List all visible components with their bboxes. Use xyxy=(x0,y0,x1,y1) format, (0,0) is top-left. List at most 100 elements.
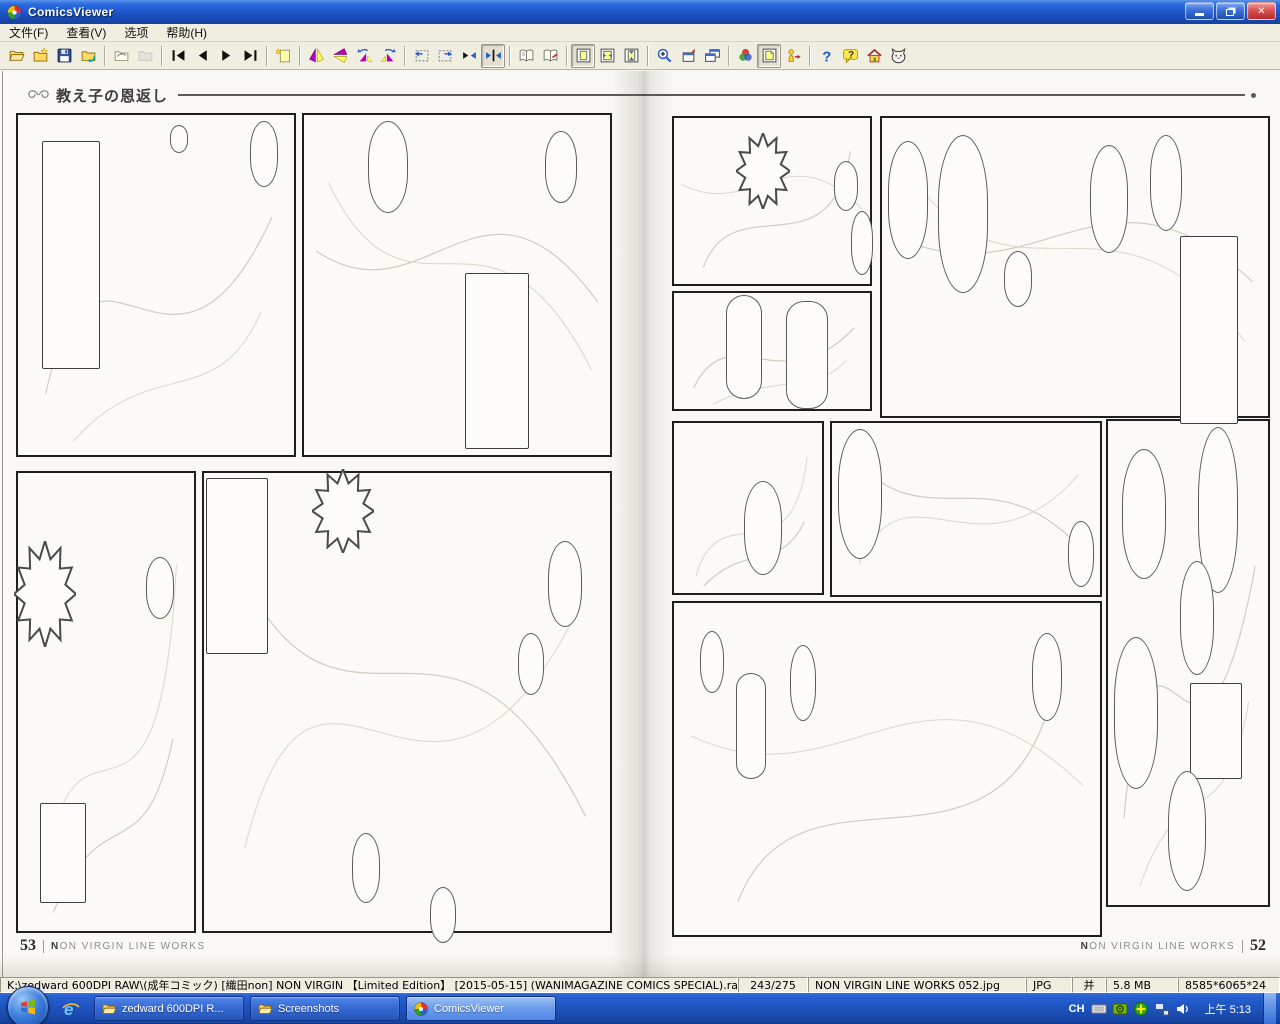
open-file-icon xyxy=(8,47,25,64)
shift-left-icon xyxy=(413,47,430,64)
flip-horizontal-button[interactable] xyxy=(304,44,328,68)
toolbar-separator xyxy=(509,46,510,66)
taskbar-button-3[interactable]: ComicsViewer xyxy=(406,996,556,1021)
toolbar-separator xyxy=(266,46,267,66)
save-icon xyxy=(56,47,73,64)
nvidia-tray-icon xyxy=(1112,1001,1128,1017)
menu-item-1[interactable]: 查看(V) xyxy=(57,23,115,42)
speech-bubble xyxy=(888,141,928,259)
toolbar-separator xyxy=(404,46,405,66)
about-cat-button[interactable] xyxy=(886,44,910,68)
comic-panel-6 xyxy=(672,291,872,411)
book-mode-icon xyxy=(518,47,535,64)
show-desktop-strip[interactable] xyxy=(1263,993,1276,1024)
new-window-button[interactable] xyxy=(271,44,295,68)
book-edit-button[interactable] xyxy=(538,44,562,68)
rotate-left-button[interactable] xyxy=(352,44,376,68)
right-page-footer: NON VIRGIN LINE WORKS 52 xyxy=(1081,937,1266,955)
speech-bubble xyxy=(518,633,544,695)
taskbar-button-1[interactable]: zedward 600DPI R... xyxy=(94,996,244,1021)
speech-bubble xyxy=(548,541,582,627)
book-mode-button[interactable] xyxy=(514,44,538,68)
speech-bubble xyxy=(545,131,577,203)
clock[interactable]: 上午 5:13 xyxy=(1205,1001,1251,1017)
chapter-title: 教え子の恩返し xyxy=(56,85,168,106)
view-original-button[interactable] xyxy=(757,44,781,68)
close-button[interactable]: ✕ xyxy=(1247,2,1276,20)
save-to-folder-button[interactable] xyxy=(76,44,100,68)
comic-viewer-area: 教え子の恩返し 53 NON VIRGIN LINE WORKS NON VIR… xyxy=(0,71,1280,977)
fit-width-icon xyxy=(599,47,616,64)
color-adjust-button[interactable] xyxy=(733,44,757,68)
next-page-button[interactable] xyxy=(214,44,238,68)
toolbar-separator xyxy=(809,46,810,66)
last-page-button[interactable] xyxy=(238,44,262,68)
prev-archive-button[interactable] xyxy=(109,44,133,68)
two-page-mode-icon xyxy=(485,47,502,64)
flip-vertical-button[interactable] xyxy=(328,44,352,68)
open-new-button[interactable] xyxy=(28,44,52,68)
view-original-icon xyxy=(761,47,778,64)
fit-width-button[interactable] xyxy=(595,44,619,68)
antivirus-tray-icon[interactable] xyxy=(1133,1001,1149,1017)
cascade-windows-button[interactable] xyxy=(700,44,724,68)
windows-logo-icon xyxy=(17,996,39,1018)
expand-width-button[interactable] xyxy=(457,44,481,68)
menu-item-3[interactable]: 帮助(H) xyxy=(157,23,216,42)
nvidia-tray-icon[interactable] xyxy=(1112,1001,1128,1017)
taskbar-button-2[interactable]: Screenshots xyxy=(250,996,400,1021)
first-page-button[interactable] xyxy=(166,44,190,68)
rotate-right-button[interactable] xyxy=(376,44,400,68)
text-box xyxy=(206,478,268,654)
open-file-button[interactable] xyxy=(4,44,28,68)
text-box xyxy=(465,273,529,449)
quicklaunch-ie[interactable]: e xyxy=(56,999,86,1019)
left-page-number: 53 xyxy=(20,937,36,955)
slideshow-icon xyxy=(785,47,802,64)
text-box xyxy=(42,141,100,369)
start-button[interactable] xyxy=(7,986,49,1024)
speech-bubble xyxy=(700,631,724,693)
left-page-footer: 53 NON VIRGIN LINE WORKS xyxy=(20,937,205,955)
speech-bubble xyxy=(250,121,278,187)
menubar: 文件(F)查看(V)选项帮助(H) xyxy=(0,24,1280,42)
left-footer-text: ON VIRGIN LINE WORKS xyxy=(60,941,206,952)
shift-right-button[interactable] xyxy=(433,44,457,68)
zoom-in-button[interactable] xyxy=(652,44,676,68)
app-logo-icon xyxy=(6,4,23,21)
save-button[interactable] xyxy=(52,44,76,68)
burst-bubble xyxy=(14,541,76,647)
minimize-button[interactable] xyxy=(1185,2,1214,20)
toolbar-separator xyxy=(161,46,162,66)
window-title: ComicsViewer xyxy=(28,5,113,19)
speech-bubble xyxy=(786,301,828,409)
home-button[interactable] xyxy=(862,44,886,68)
flip-horizontal-icon xyxy=(308,47,325,64)
home-icon xyxy=(866,47,883,64)
two-page-mode-button[interactable] xyxy=(481,44,505,68)
menu-item-0[interactable]: 文件(F) xyxy=(0,23,57,42)
volume-tray-icon[interactable] xyxy=(1175,1001,1191,1017)
prev-page-button[interactable] xyxy=(190,44,214,68)
language-indicator[interactable]: CH xyxy=(1069,1003,1085,1015)
shrink-window-button[interactable] xyxy=(676,44,700,68)
next-archive-icon xyxy=(137,47,154,64)
speech-bubble xyxy=(838,429,882,559)
menu-item-2[interactable]: 选项 xyxy=(115,23,157,42)
restore-button[interactable] xyxy=(1216,2,1245,20)
shift-left-button[interactable] xyxy=(409,44,433,68)
taskbtn-icon xyxy=(257,1001,273,1017)
help-button[interactable]: ? xyxy=(814,44,838,68)
prev-page-icon xyxy=(194,47,211,64)
speech-bubble xyxy=(430,887,456,943)
keyboard-tray-icon[interactable] xyxy=(1091,1001,1107,1017)
speech-bubble xyxy=(726,295,762,399)
shrink-window-icon xyxy=(680,47,697,64)
slideshow-button[interactable] xyxy=(781,44,805,68)
sketch-lines xyxy=(674,293,870,409)
titlebar: ComicsViewer ✕ xyxy=(0,0,1280,24)
network-tray-icon[interactable] xyxy=(1154,1001,1170,1017)
fit-page-button[interactable] xyxy=(571,44,595,68)
fit-height-button[interactable] xyxy=(619,44,643,68)
tips-button[interactable]: ? xyxy=(838,44,862,68)
